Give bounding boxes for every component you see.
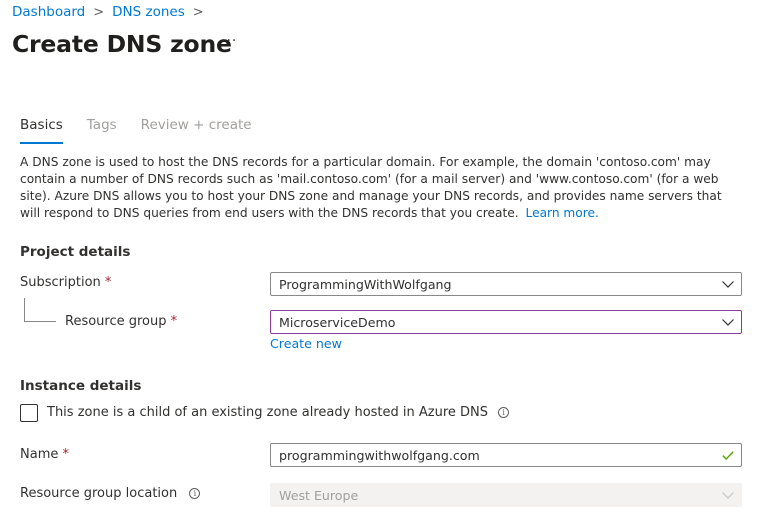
tab-review-create[interactable]: Review + create (141, 117, 252, 143)
subscription-dropdown[interactable]: ProgrammingWithWolfgang (270, 272, 742, 296)
learn-more-link[interactable]: Learn more. (526, 206, 599, 220)
resource-group-label-text: Resource group (65, 314, 167, 329)
resource-group-value: MicroserviceDemo (279, 314, 396, 330)
required-marker: * (62, 447, 70, 462)
tab-tags[interactable]: Tags (87, 117, 117, 143)
chevron-down-icon (715, 491, 741, 499)
project-details-heading: Project details (20, 244, 131, 260)
resource-group-label: Resource group * (65, 314, 177, 329)
checkmark-icon (715, 450, 741, 460)
info-icon[interactable]: i (189, 488, 201, 499)
tree-connector (24, 298, 25, 321)
breadcrumb-dns-zones[interactable]: DNS zones (112, 4, 185, 20)
tab-basics[interactable]: Basics (20, 117, 63, 144)
info-icon[interactable]: i (498, 407, 510, 418)
location-label-text: Resource group location (20, 486, 178, 501)
tree-connector (24, 321, 56, 322)
name-input[interactable]: programmingwithwolfgang.com (270, 443, 742, 467)
child-zone-label-text: This zone is a child of an existing zone… (47, 405, 489, 420)
child-zone-checkbox[interactable] (20, 404, 38, 422)
required-marker: * (170, 314, 178, 329)
more-options-button[interactable]: ··· (221, 33, 237, 49)
create-new-resource-group-link[interactable]: Create new (270, 336, 342, 351)
name-label-text: Name (20, 447, 59, 462)
tab-bar: Basics Tags Review + create (20, 117, 276, 144)
breadcrumb-separator: > (93, 4, 105, 20)
chevron-down-icon (715, 318, 741, 326)
location-value: West Europe (279, 487, 359, 503)
name-label: Name * (20, 447, 69, 462)
resource-group-dropdown[interactable]: MicroserviceDemo (270, 310, 742, 334)
description-text: A DNS zone is used to host the DNS recor… (20, 154, 740, 222)
instance-details-heading: Instance details (20, 378, 142, 394)
name-value: programmingwithwolfgang.com (279, 447, 480, 463)
page-title: Create DNS zone (12, 30, 232, 58)
breadcrumb-dashboard[interactable]: Dashboard (12, 4, 85, 20)
breadcrumb: Dashboard > DNS zones > (12, 4, 204, 20)
location-dropdown: West Europe (270, 483, 742, 507)
description-body: A DNS zone is used to host the DNS recor… (20, 155, 722, 220)
chevron-down-icon (715, 280, 741, 288)
breadcrumb-separator: > (192, 4, 204, 20)
required-marker: * (104, 275, 112, 290)
subscription-label: Subscription * (20, 275, 111, 290)
location-label: Resource group location i (20, 486, 201, 501)
child-zone-label: This zone is a child of an existing zone… (47, 405, 510, 420)
subscription-label-text: Subscription (20, 275, 101, 290)
subscription-value: ProgrammingWithWolfgang (279, 276, 452, 292)
